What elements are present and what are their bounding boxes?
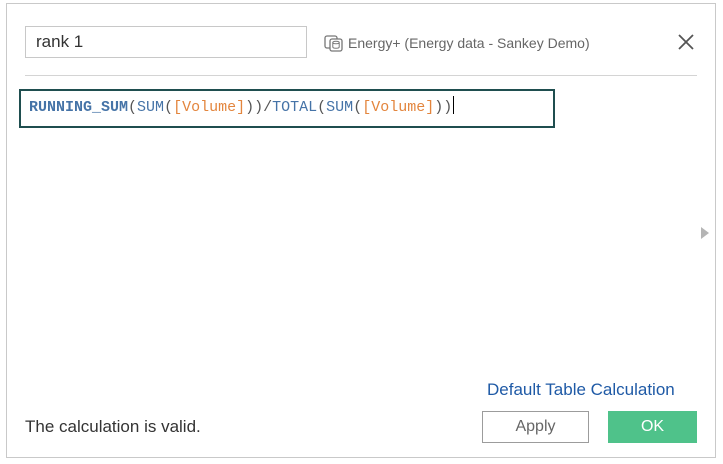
header-divider [25,75,697,76]
formula-token-paren: ( [128,99,138,116]
formula-token-function: TOTAL [272,99,318,116]
ok-button[interactable]: OK [608,411,697,443]
formula-token-paren: ) [434,99,444,116]
default-table-calculation-link[interactable]: Default Table Calculation [487,380,675,400]
calculation-name-input[interactable] [25,26,307,58]
formula-editor[interactable]: RUNNING_SUM(SUM([Volume]))/TOTAL(SUM([Vo… [19,89,555,128]
datasource-name: Energy+ (Energy data - Sankey Demo) [348,35,590,51]
formula-token-paren: ( [164,99,174,116]
close-icon[interactable] [675,31,697,53]
expand-panel-arrow-icon[interactable] [701,227,709,239]
formula-token-paren: ) [254,99,264,116]
formula-token-function: RUNNING_SUM [29,99,129,116]
formula-token-field: [Volume] [362,99,435,116]
datasource-label: Energy+ (Energy data - Sankey Demo) [323,33,590,53]
text-caret [453,96,455,114]
datasource-icon [324,35,343,52]
calculation-dialog: Energy+ (Energy data - Sankey Demo) RUNN… [6,3,716,458]
formula-token-paren: ) [443,99,453,116]
formula-token-paren: ( [317,99,327,116]
formula-token-operator: / [263,99,273,116]
apply-button[interactable]: Apply [482,411,589,443]
formula-token-field: [Volume] [173,99,246,116]
formula-token-paren: ( [353,99,363,116]
validation-status: The calculation is valid. [25,417,201,436]
formula-token-function: SUM [326,99,354,116]
formula-token-function: SUM [137,99,165,116]
formula-token-paren: ) [245,99,255,116]
